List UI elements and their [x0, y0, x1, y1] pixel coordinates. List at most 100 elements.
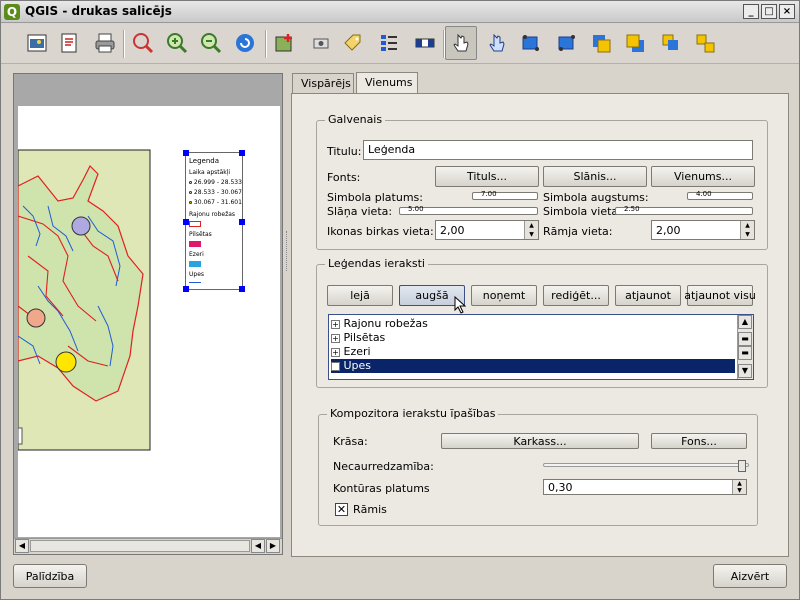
- tree-scroll-up[interactable]: ▲: [738, 315, 752, 329]
- legend-group-4: Upes: [189, 271, 205, 278]
- symbol-width-label: Simbola platums:: [327, 191, 423, 204]
- lower-icon[interactable]: [619, 26, 651, 60]
- maximize-button[interactable]: □: [761, 4, 777, 19]
- close-button[interactable]: Aizvērt: [713, 564, 787, 588]
- scroll-right-button[interactable]: ▶: [266, 539, 280, 553]
- title-input[interactable]: Leģenda: [363, 140, 753, 160]
- legend-group-2: Pilsētas: [189, 231, 212, 238]
- move-bottom-icon[interactable]: [689, 26, 721, 60]
- select-move-icon[interactable]: [445, 26, 477, 60]
- legend-entries-title: Leģendas ieraksti: [325, 257, 428, 270]
- zoom-out-icon[interactable]: [195, 26, 227, 60]
- tree-scroll-down[interactable]: ▼: [738, 364, 752, 378]
- composer-window: Q QGIS - drukas salicējs _ □ × Legenda L…: [0, 0, 800, 600]
- edit-button[interactable]: rediģēt...: [543, 285, 609, 306]
- move-top-icon[interactable]: [655, 26, 687, 60]
- tree-item-cities[interactable]: + Pilsētas: [331, 331, 735, 345]
- item-properties-panel: Galvenais Titulu: Leģenda Fonts: Tituls.…: [291, 93, 789, 557]
- paper-page: Legenda Laika apstākļi 26.999 - 28.533 2…: [18, 106, 280, 537]
- fonts-label: Fonts:: [327, 171, 361, 184]
- symbol-height-spin[interactable]: 4.00: [687, 190, 753, 200]
- window-title: QGIS - drukas salicējs: [25, 4, 172, 18]
- toolbar: [1, 24, 799, 64]
- close-window-button[interactable]: ×: [779, 4, 795, 19]
- legend-range-2: 28.533 - 30.067: [193, 189, 242, 196]
- group-icon[interactable]: [515, 26, 547, 60]
- opacity-slider[interactable]: [543, 460, 749, 472]
- legend-subtitle: Laika apstākļi: [189, 169, 231, 176]
- add-scalebar-icon[interactable]: [409, 26, 441, 60]
- box-space-spin[interactable]: 2,00 ▲ ▼: [651, 220, 755, 240]
- tree-item-lakes[interactable]: + Ezeri: [331, 345, 735, 359]
- remove-button[interactable]: noņemt: [471, 285, 537, 306]
- add-legend-icon[interactable]: [373, 26, 405, 60]
- color-label: Krāsa:: [333, 435, 368, 448]
- layer-space-spin[interactable]: 5.00: [399, 205, 538, 215]
- legend-group-3: Ezeri: [189, 251, 204, 258]
- tree-item-borders[interactable]: + Rajonu robežas: [331, 317, 735, 331]
- item-font-button[interactable]: Vienums...: [651, 166, 755, 187]
- mouse-cursor-icon: [454, 296, 467, 314]
- scroll-left-button[interactable]: ◀: [15, 539, 29, 553]
- frame-checkbox[interactable]: ✕: [335, 503, 348, 516]
- main-group: Galvenais Titulu: Leģenda Fonts: Tituls.…: [316, 113, 768, 250]
- outline-width-label: Kontūras platums: [333, 482, 430, 495]
- symbol-space-label: Simbola vieta:: [543, 205, 622, 218]
- tree-scroll-thumb-2[interactable]: ▬: [738, 346, 752, 360]
- tree-item-rivers[interactable]: + Upes: [331, 359, 735, 373]
- help-button[interactable]: Palīdzība: [13, 564, 87, 588]
- minimize-button[interactable]: _: [743, 4, 759, 19]
- frame-color-button[interactable]: Karkass...: [441, 433, 639, 449]
- main-group-title: Galvenais: [325, 113, 386, 126]
- opacity-slider-handle[interactable]: [738, 460, 746, 472]
- legend-item[interactable]: Legenda Laika apstākļi 26.999 - 28.533 2…: [183, 150, 245, 292]
- tab-general[interactable]: Vispārējs: [292, 73, 354, 93]
- export-image-icon[interactable]: [21, 26, 53, 60]
- scroll-left-button-2[interactable]: ◀: [251, 539, 265, 553]
- splitter-handle[interactable]: [286, 231, 290, 271]
- tree-scroll-thumb[interactable]: ▬: [738, 332, 752, 346]
- title-bar[interactable]: Q QGIS - drukas salicējs _ □ ×: [1, 1, 799, 23]
- qgis-logo-icon: Q: [4, 4, 20, 20]
- raise-icon[interactable]: [585, 26, 617, 60]
- opacity-label: Necaurredzamība:: [333, 460, 434, 473]
- add-map-icon[interactable]: [269, 26, 301, 60]
- zoom-full-icon[interactable]: [127, 26, 159, 60]
- background-color-button[interactable]: Fons...: [651, 433, 747, 449]
- zoom-in-icon[interactable]: [161, 26, 193, 60]
- move-down-button[interactable]: lejā: [327, 285, 393, 306]
- update-button[interactable]: atjaunot: [615, 285, 681, 306]
- symbol-height-label: Simbola augstums:: [543, 191, 649, 204]
- add-image-icon[interactable]: [305, 26, 337, 60]
- refresh-icon[interactable]: [229, 26, 261, 60]
- scroll-thumb[interactable]: [30, 540, 250, 552]
- tree-vertical-scrollbar[interactable]: ▲ ▬ ▬ ▼: [737, 315, 753, 379]
- composer-canvas[interactable]: Legenda Laika apstākļi 26.999 - 28.533 2…: [13, 73, 283, 555]
- composer-item-title: Kompozitora ierakstu īpašības: [327, 407, 499, 420]
- legend-range-1: 26.999 - 28.533: [193, 179, 242, 186]
- print-icon[interactable]: [89, 26, 121, 60]
- legend-tree[interactable]: + Rajonu robežas + Pilsētas + Ezeri + Up…: [328, 314, 754, 380]
- legend-range-3: 30.067 - 31.601: [193, 199, 242, 206]
- add-label-icon[interactable]: [337, 26, 369, 60]
- frame-checkbox-label: Rāmis: [353, 503, 387, 516]
- layer-font-button[interactable]: Slānis...: [543, 166, 647, 187]
- export-pdf-icon[interactable]: [53, 26, 85, 60]
- symbol-width-spin[interactable]: 7.00: [472, 190, 538, 200]
- box-space-label: Rāmja vieta:: [543, 225, 613, 238]
- update-all-button[interactable]: atjaunot visu: [684, 285, 756, 306]
- title-font-button[interactable]: Tituls...: [435, 166, 539, 187]
- legend-group-1: Rajonu robežas: [189, 211, 236, 218]
- layer-space-label: Slāņa vieta:: [327, 205, 393, 218]
- title-label: Titulu:: [327, 145, 362, 158]
- outline-width-spin[interactable]: 0,30 ▲ ▼: [543, 479, 747, 495]
- composer-item-group: Kompozitora ierakstu īpašības Krāsa: Kar…: [318, 407, 758, 526]
- icon-label-space-label: Ikonas birkas vieta:: [327, 225, 434, 238]
- tab-item[interactable]: Vienums: [356, 72, 418, 94]
- symbol-space-spin[interactable]: 2.50: [615, 205, 753, 215]
- ungroup-icon[interactable]: [551, 26, 583, 60]
- move-content-icon[interactable]: [481, 26, 513, 60]
- horizontal-scrollbar[interactable]: ◀ ◀ ▶: [14, 538, 282, 554]
- legend-title: Legenda: [189, 157, 220, 165]
- icon-label-space-spin[interactable]: 2,00 ▲ ▼: [435, 220, 539, 240]
